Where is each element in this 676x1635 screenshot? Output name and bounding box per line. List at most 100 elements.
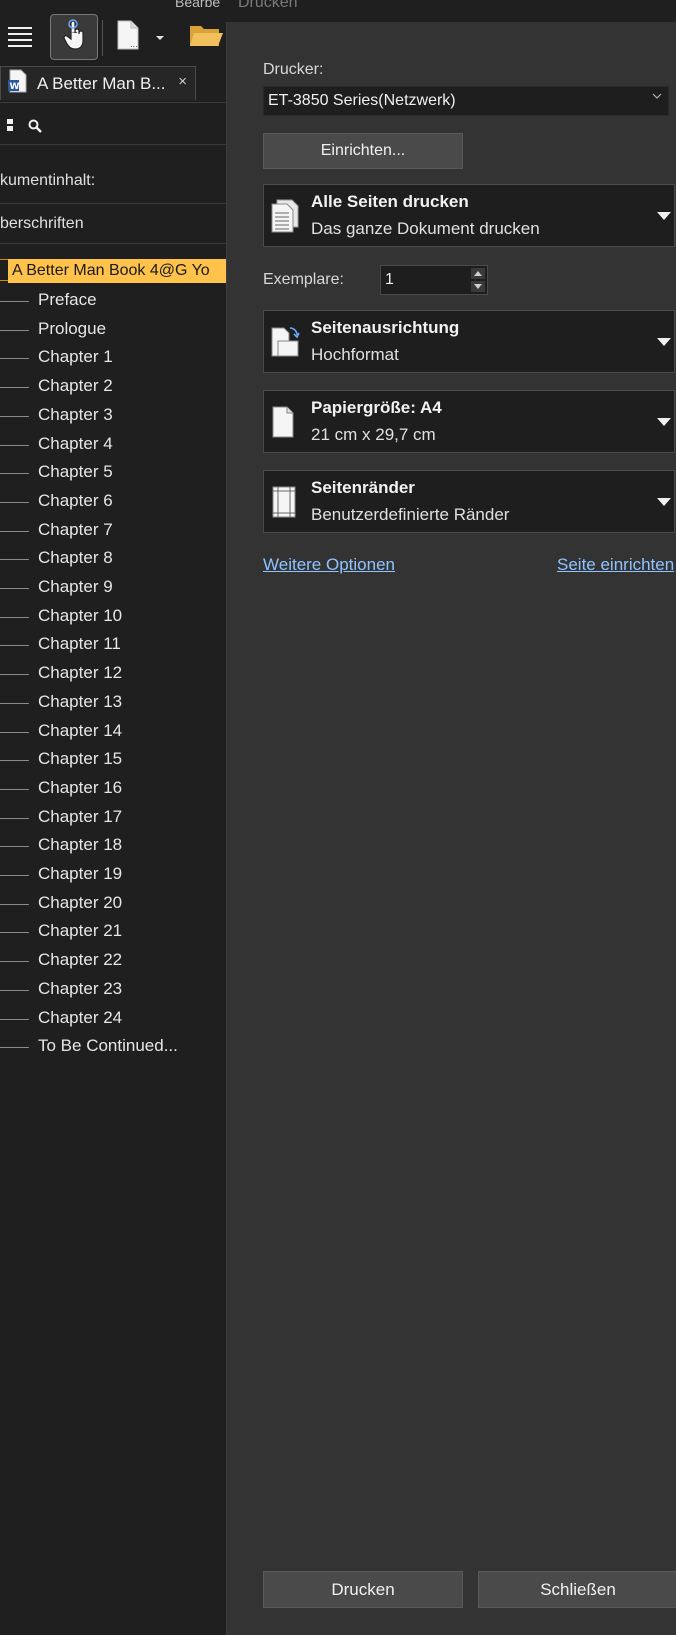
spin-down-icon[interactable] [471,281,485,292]
touch-hand-icon [62,18,86,56]
search-icon[interactable] [28,119,42,138]
outline-item[interactable]: Chapter 24 [0,1004,226,1034]
document-tab-title: A Better Man B... [37,73,166,93]
print-dialog: Drucken Drucker: ET-3850 Series(Netzwerk… [226,0,676,1635]
outline-item-label: Chapter 15 [38,749,123,769]
outline-item[interactable]: Chapter 12 [0,659,226,689]
outline-item[interactable]: Chapter 8 [0,544,226,574]
document-tab[interactable]: W A Better Man B... × [0,66,196,100]
outline-item[interactable]: Chapter 17 [0,803,226,833]
tree-connector [0,989,29,991]
outline-item[interactable]: Chapter 6 [0,487,226,517]
outline-item-label: Chapter 10 [38,605,123,625]
margins-option-subtitle: Benutzerdefinierte Ränder [311,505,510,524]
outline-item-label: Chapter 8 [38,548,113,568]
outline-item[interactable]: Chapter 21 [0,917,226,947]
tree-connector [0,788,29,790]
paper-size-option-dropdown[interactable]: Papiergröße: A4 21 cm x 29,7 cm [263,390,675,453]
tree-connector [0,301,29,302]
pages-option-title: Alle Seiten drucken [311,192,469,211]
new-document-button[interactable]: ... [110,14,146,60]
outline-item[interactable]: To Be Continued... [0,1032,226,1062]
new-document-icon: ... [116,20,140,55]
print-button[interactable]: Drucken [263,1571,463,1608]
hamburger-icon[interactable] [0,14,40,60]
outline-item[interactable]: Chapter 5 [0,458,226,488]
toolbar: ... [0,10,226,64]
tree-connector [0,817,29,819]
divider [0,203,226,204]
open-button[interactable] [186,14,226,60]
new-dropdown-button[interactable] [152,14,168,60]
tree-connector [0,875,29,876]
tree-connector [0,415,29,417]
tree-connector [0,702,29,704]
orientation-option-dropdown[interactable]: Seitenausrichtung Hochformat [263,310,675,373]
open-folder-icon [189,22,223,53]
chevron-down-icon [652,89,662,103]
outline-item[interactable]: Chapter 16 [0,774,226,804]
menu-bar-partial[interactable]: Bearbe [175,0,220,10]
outline-item-label: To Be Continued... [38,1036,178,1056]
headings-selector[interactable]: berschriften [0,205,226,244]
outline-item[interactable]: Chapter 2 [0,372,226,402]
outline-item[interactable]: Chapter 23 [0,975,226,1005]
printer-select[interactable]: ET-3850 Series(Netzwerk) [263,86,669,116]
outline-item[interactable]: Chapter 7 [0,516,226,546]
document-content-label: kumentinhalt: [0,172,96,189]
paper-size-option-title: Papiergröße: A4 [311,398,442,417]
outline-item-label: Chapter 21 [38,921,123,941]
tree-connector [0,501,29,503]
more-options-link[interactable]: Weitere Optionen [263,555,395,575]
printer-label: Drucker: [263,61,324,78]
tree-connector [0,473,29,475]
copies-label: Exemplare: [263,271,344,288]
outline-item-label: Chapter 17 [38,806,123,826]
outline-item[interactable]: Chapter 4 [0,430,226,460]
close-button[interactable]: Schließen [478,1571,676,1608]
outline-item[interactable]: Chapter 10 [0,602,226,632]
outline-item[interactable]: Chapter 15 [0,745,226,775]
outline-item[interactable]: Preface [0,286,226,316]
svg-text:...: ... [130,40,138,49]
tree-connector [0,444,29,446]
outline-item[interactable]: Chapter 14 [0,717,226,747]
tree-connector [0,903,29,905]
outline-item[interactable]: Chapter 19 [0,860,226,890]
tree-connector [0,932,29,934]
outline-item[interactable]: Prologue [0,315,226,345]
outline-item-label: Chapter 9 [38,577,113,596]
grip-icon[interactable] [6,118,14,137]
outline-item-label: Chapter 5 [38,462,113,482]
tree-connector [0,559,29,561]
outline-item-label: Chapter 16 [38,777,123,797]
spin-up-icon[interactable] [471,268,485,279]
pages-option-dropdown[interactable]: Alle Seiten drucken Das ganze Dokument d… [263,184,675,247]
tree-connector [0,961,29,963]
outline-item-label: Chapter 19 [38,864,123,883]
outline-item[interactable]: Chapter 20 [0,889,226,919]
outline-root-item[interactable]: A Better Man Book 4@G Yo [0,256,226,286]
outline-item[interactable]: Chapter 13 [0,688,226,718]
copies-input[interactable]: 1 [380,265,488,295]
outline-item[interactable]: Chapter 18 [0,831,226,861]
outline-item[interactable]: Chapter 11 [0,630,226,660]
touch-mode-button[interactable] [50,14,98,60]
document-tab-bar: W A Better Man B... × [0,64,226,103]
outline-item-label: Chapter 1 [38,347,113,367]
tree-connector [0,530,29,532]
outline-item-label: Chapter 24 [38,1007,123,1027]
outline-item[interactable]: Chapter 9 [0,573,226,603]
dropdown-arrow-icon [657,418,671,426]
outline-item[interactable]: Chapter 3 [0,401,226,431]
tree-connector [0,329,29,331]
outline-item-label: Chapter 14 [38,720,123,740]
margins-option-dropdown[interactable]: Seitenränder Benutzerdefinierte Ränder [263,470,675,533]
tree-connector [0,731,29,733]
pages-option-subtitle: Das ganze Dokument drucken [311,219,540,238]
page-setup-link[interactable]: Seite einrichten [557,555,674,575]
outline-item[interactable]: Chapter 22 [0,946,226,976]
printer-setup-button[interactable]: Einrichten... [263,133,463,169]
outline-item[interactable]: Chapter 1 [0,343,226,373]
close-tab-icon[interactable]: × [178,73,187,90]
